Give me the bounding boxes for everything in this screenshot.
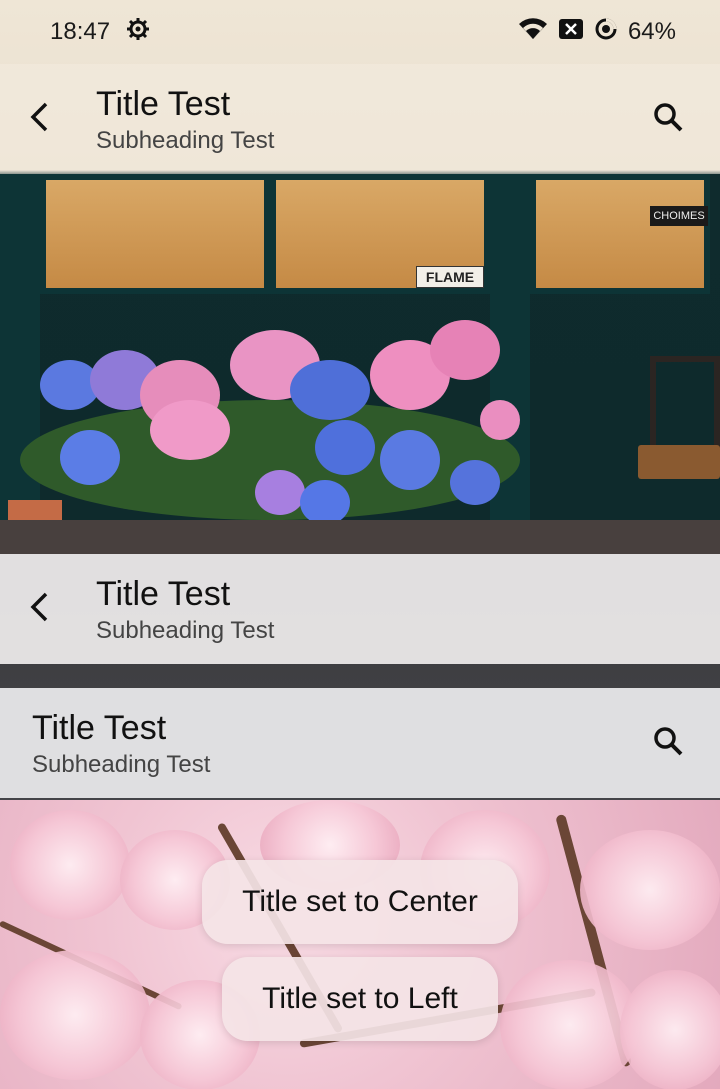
- top-app-bar-full: Title Test Subheading Test: [0, 64, 720, 174]
- wifi-icon: [518, 17, 548, 48]
- toast-title-left[interactable]: Title set to Left: [222, 957, 498, 1041]
- page-title: Title Test: [96, 85, 231, 123]
- status-time: 18:47: [50, 18, 111, 45]
- search-button[interactable]: [644, 95, 692, 143]
- shop-window-left: [40, 174, 270, 294]
- shop-window-right: [530, 174, 710, 294]
- search-button[interactable]: [644, 719, 692, 767]
- window-sign: CHOIMES: [650, 206, 708, 226]
- top-app-bar-back-only: Title Test Subheading Test: [0, 554, 720, 664]
- back-button[interactable]: [16, 585, 64, 633]
- page-title: Title Test: [32, 709, 167, 747]
- back-button[interactable]: [16, 95, 64, 143]
- back-arrow-icon: [28, 591, 52, 628]
- shop-sign: FLAME: [416, 266, 484, 288]
- status-bar: 18:47 64%: [0, 0, 720, 64]
- page-title: Title Test: [96, 575, 231, 613]
- wooden-bench: [638, 445, 720, 479]
- back-arrow-icon: [28, 101, 52, 138]
- battery-percentage: 64%: [627, 18, 676, 45]
- search-icon: [652, 101, 684, 138]
- search-icon: [652, 725, 684, 762]
- app-bar-titles: Title Test Subheading Test: [96, 84, 274, 156]
- page-subtitle: Subheading Test: [32, 751, 211, 778]
- top-app-bar-search-only: Title Test Subheading Test: [0, 688, 720, 798]
- settings-gear-icon: [126, 17, 150, 48]
- toast-title-center[interactable]: Title set to Center: [202, 860, 518, 944]
- notification-x-icon: [558, 18, 584, 47]
- page-subtitle: Subheading Test: [96, 617, 275, 644]
- page-subtitle: Subheading Test: [96, 127, 275, 154]
- battery-saver-icon: [594, 17, 618, 48]
- cherry-blossom-photo: [0, 800, 720, 1089]
- app-bar-titles: Title Test Subheading Test: [96, 574, 274, 646]
- app-bar-titles: Title Test Subheading Test: [32, 708, 210, 780]
